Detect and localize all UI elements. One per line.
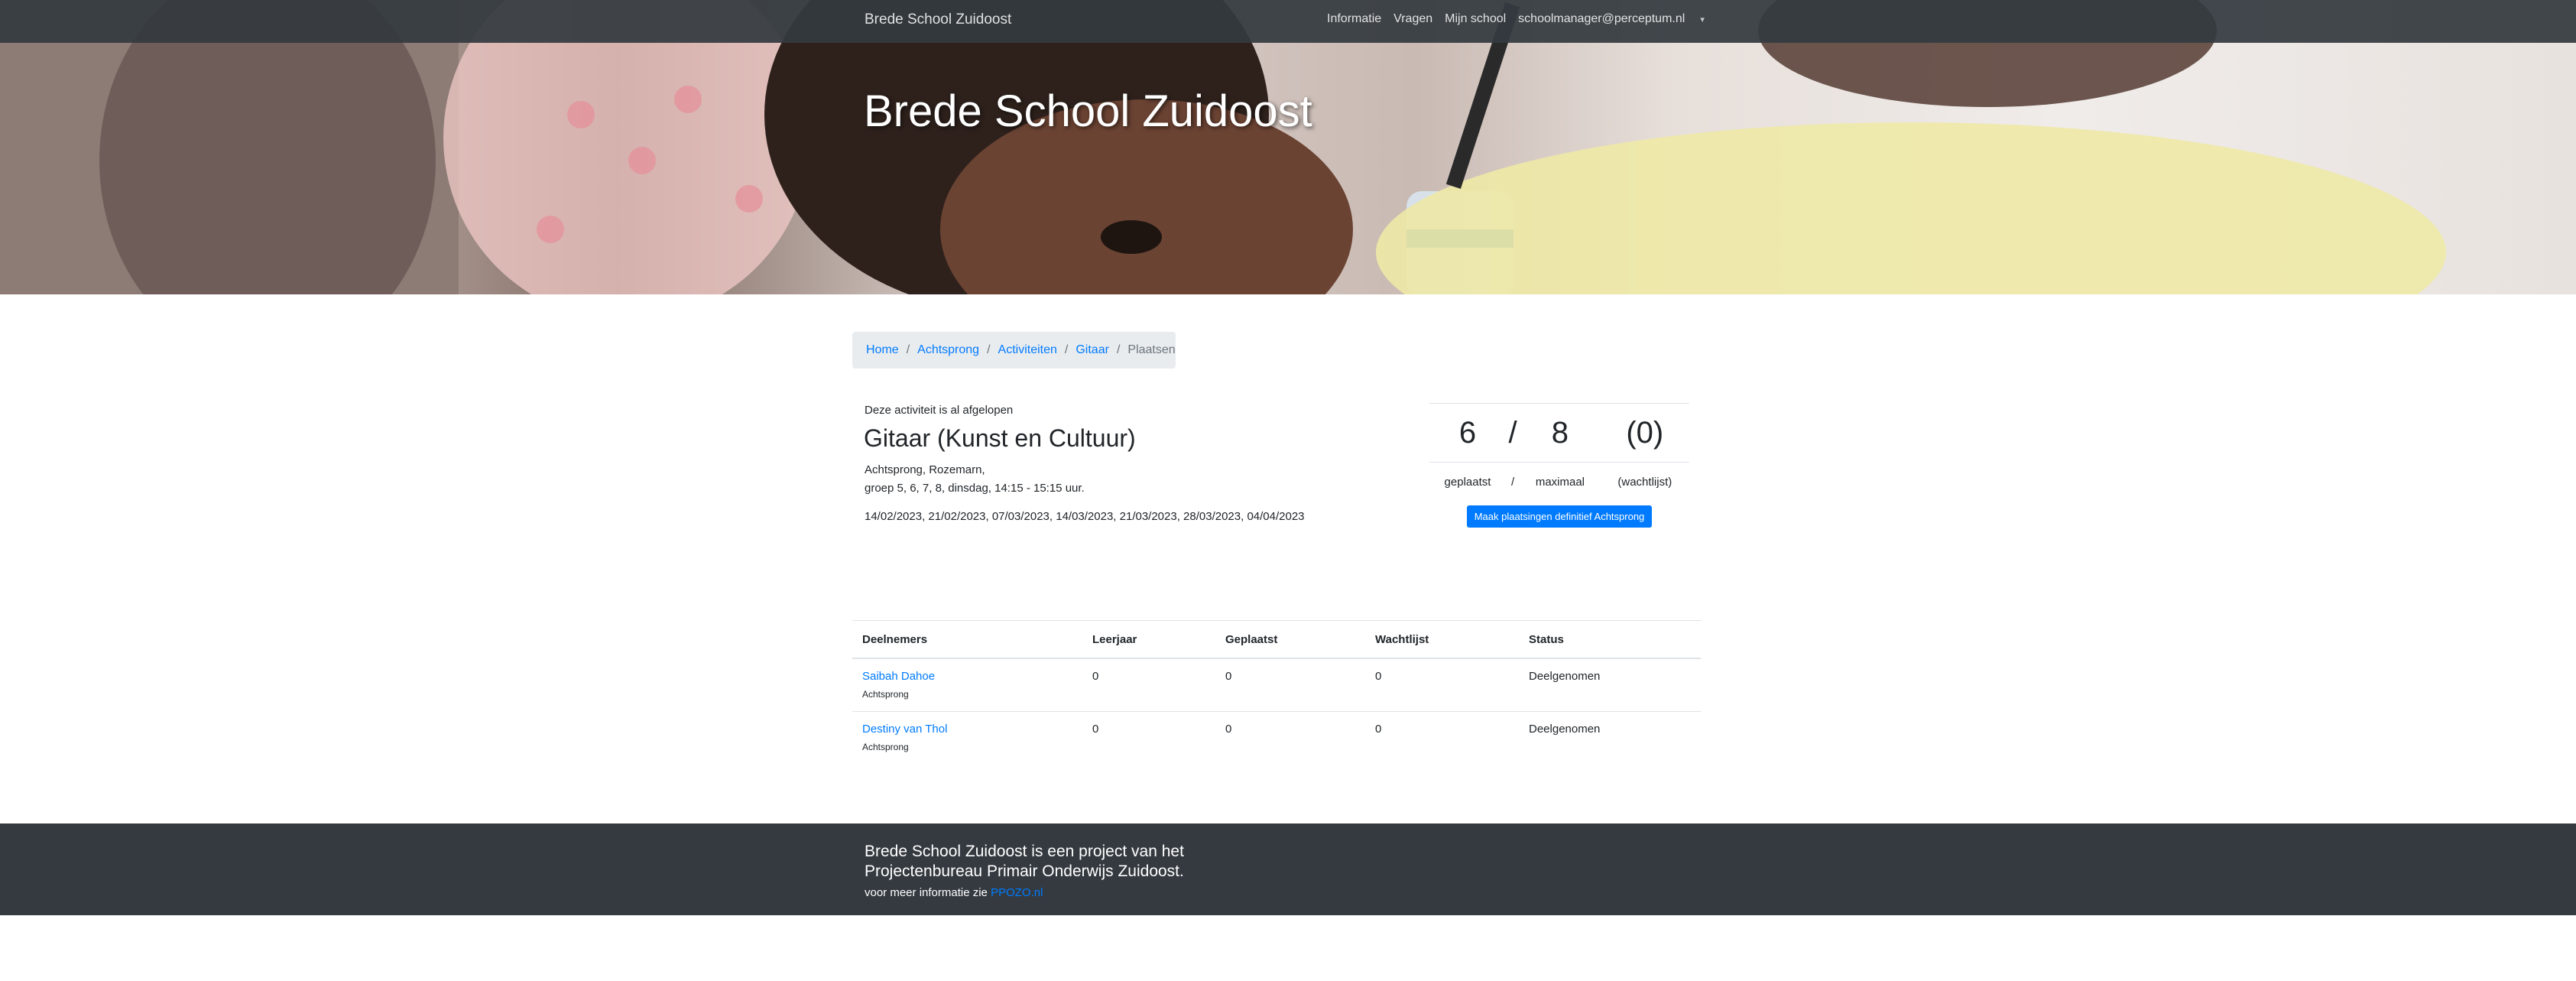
participants-table: Deelnemers Leerjaar Geplaatst Wachtlijst… (852, 620, 1701, 764)
table-row: Destiny van Thol Achtsprong 0 0 0 Deelgen… (852, 712, 1701, 765)
breadcrumb-activiteiten[interactable]: Activiteiten (998, 343, 1057, 357)
breadcrumb-active: Plaatsen (1127, 343, 1176, 356)
cell-wachtlijst: 0 (1365, 658, 1519, 712)
activity-schedule: groep 5, 6, 7, 8, dinsdag, 14:15 - 15:15… (865, 482, 1085, 495)
placement-stats: 6 / 8 (0) geplaatst / maximaal (wachtlij… (1429, 403, 1689, 528)
hero-banner: Brede School Zuidoost (0, 0, 2576, 294)
nav-user-menu[interactable]: schoolmanager@perceptum.nl ▾ (1518, 12, 1717, 26)
breadcrumb-separator: / (987, 343, 991, 356)
cell-geplaatst: 0 (1215, 658, 1365, 712)
activity-title: Gitaar (Kunst en Cultuur) (864, 424, 1136, 452)
activity-notice: Deze activiteit is al afgelopen (865, 404, 1014, 417)
cell-status: Deelgenomen (1529, 723, 1601, 736)
stat-separator: / (1505, 462, 1520, 501)
navbar-links: Informatie Vragen Mijn school schoolmana… (1327, 12, 1729, 26)
stat-placed-label: geplaatst (1429, 462, 1506, 501)
footer: Brede School Zuidoost is een project van… (0, 823, 2576, 915)
table-row: Saibah Dahoe Achtsprong 0 0 0 Deelgenomen (852, 658, 1701, 712)
stat-placed: 6 (1429, 403, 1506, 463)
footer-text: Brede School Zuidoost is een project van… (865, 843, 1184, 880)
top-navbar: Brede School Zuidoost Informatie Vragen … (0, 0, 2576, 43)
col-leerjaar: Leerjaar (1082, 620, 1215, 659)
footer-ppozo-link[interactable]: PPOZO.nl (991, 886, 1043, 899)
col-deelnemers: Deelnemers (852, 620, 1082, 659)
stat-waitlist: (0) (1600, 403, 1689, 463)
breadcrumb-separator: / (1116, 343, 1121, 356)
hero-photo (0, 0, 2446, 294)
breadcrumb-separator: / (906, 343, 910, 356)
hero-title: Brede School Zuidoost (864, 86, 1312, 136)
cell-wachtlijst: 0 (1375, 723, 1382, 736)
user-email: schoolmanager@perceptum.nl (1518, 12, 1685, 25)
caret-down-icon[interactable]: ▾ (1700, 15, 1705, 24)
cell-geplaatst: 0 (1225, 723, 1232, 736)
cell-leerjaar: 0 (1092, 723, 1099, 736)
cell-status: Deelgenomen (1519, 658, 1701, 712)
activity-location: Achtsprong, Rozemarn, (865, 463, 985, 476)
breadcrumb-gitaar[interactable]: Gitaar (1075, 343, 1109, 357)
breadcrumb-achtsprong[interactable]: Achtsprong (917, 343, 979, 357)
activity-dates: 14/02/2023, 21/02/2023, 07/03/2023, 14/0… (865, 510, 1305, 523)
nav-link-mijn-school[interactable]: Mijn school (1445, 12, 1506, 26)
cell-leerjaar: 0 (1082, 658, 1215, 712)
finalize-placements-button[interactable]: Maak plaatsingen definitief Achtsprong (1466, 505, 1653, 528)
footer-more-info: voor meer informatie zie PPOZO.nl (865, 886, 1043, 899)
breadcrumb-home[interactable]: Home (866, 343, 899, 357)
col-wachtlijst: Wachtlijst (1365, 620, 1519, 659)
activity-details: Achtsprong, Rozemarn, groep 5, 6, 7, 8, … (865, 461, 1085, 498)
nav-link-informatie[interactable]: Informatie (1327, 12, 1381, 26)
participant-school: Achtsprong (862, 742, 909, 752)
col-status: Status (1519, 620, 1701, 659)
nav-link-vragen[interactable]: Vragen (1393, 12, 1432, 26)
stat-max: 8 (1520, 403, 1601, 463)
navbar-brand[interactable]: Brede School Zuidoost (865, 11, 1011, 28)
participant-name-link[interactable]: Destiny van Thol (862, 723, 947, 736)
stat-waitlist-label: (wachtlijst) (1600, 462, 1689, 501)
stat-max-label: maximaal (1520, 462, 1601, 501)
stat-separator: / (1505, 403, 1520, 463)
participant-name-link[interactable]: Saibah Dahoe (862, 670, 935, 683)
col-geplaatst: Geplaatst (1215, 620, 1365, 659)
breadcrumb: Home / Achtsprong / Activiteiten / Gitaar / … (852, 332, 1176, 369)
footer-more-prefix: voor meer informatie zie (865, 886, 988, 899)
breadcrumb-separator: / (1064, 343, 1069, 356)
participant-school: Achtsprong (862, 689, 909, 700)
